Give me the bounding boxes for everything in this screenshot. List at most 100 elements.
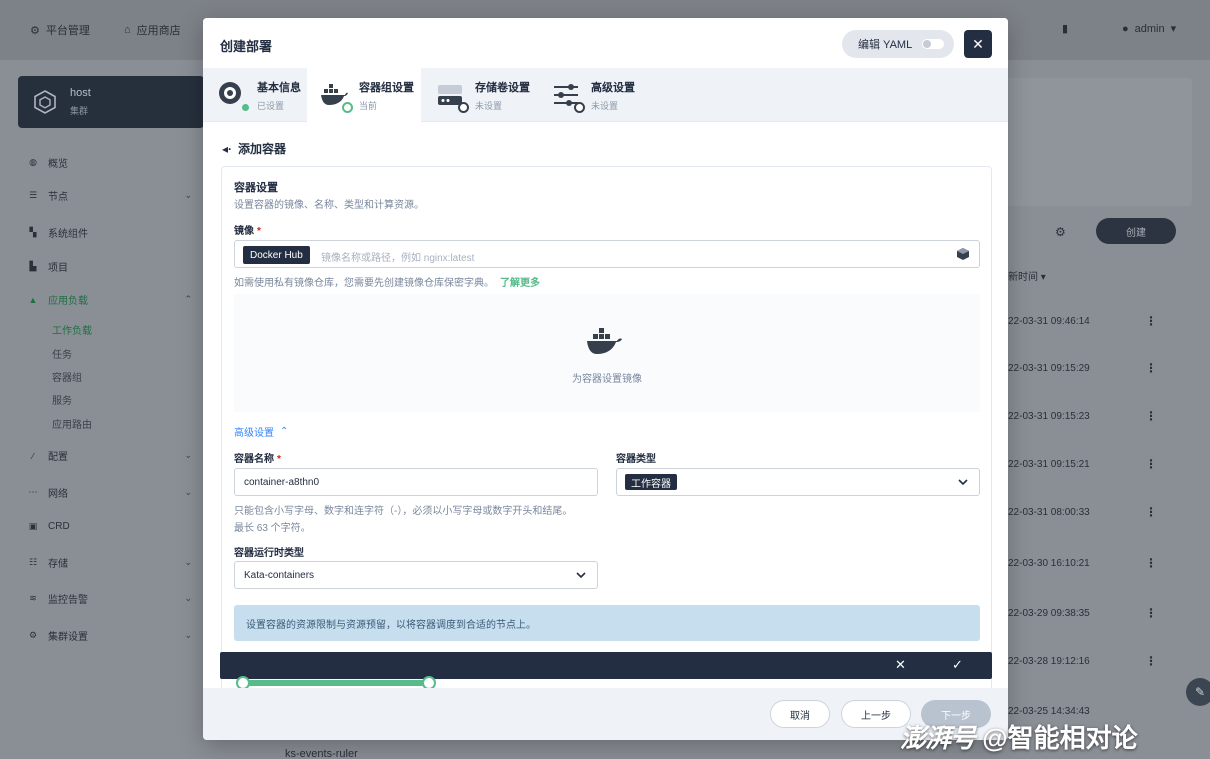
- section-description: 设置容器的镜像、名称、类型和计算资源。: [234, 200, 424, 211]
- nav-nodes[interactable]: ☰ 节点 ⌄: [28, 188, 192, 203]
- background-row-partial: ks-events-ruler: [285, 748, 358, 759]
- current-step-badge: [342, 102, 353, 113]
- registry-select[interactable]: Docker Hub: [243, 246, 310, 264]
- chevron-up-icon: ⌃: [280, 426, 289, 437]
- cluster-name: host: [70, 87, 91, 99]
- confirm-icon[interactable]: ✓: [952, 657, 963, 673]
- nav-network[interactable]: ⋯ 网络 ⌄: [28, 485, 193, 500]
- modal-title: 创建部署: [220, 39, 273, 54]
- more-icon[interactable]: ⋮: [1145, 361, 1157, 375]
- dashboard-icon: ◍: [29, 157, 37, 167]
- toggle-switch[interactable]: [922, 39, 944, 49]
- watermark-logo: 澎湃号: [900, 723, 976, 753]
- table-row: 22-03-31 08:00:33: [1008, 507, 1090, 518]
- runtime-type-select[interactable]: Kata-containers: [234, 561, 598, 589]
- tab-basic-info[interactable]: 基本信息 已设置: [203, 68, 305, 122]
- container-name-label: 容器名称 *: [234, 454, 281, 465]
- learn-more-link[interactable]: 了解更多: [500, 278, 540, 289]
- edit-yaml-toggle[interactable]: 编辑 YAML: [842, 30, 954, 58]
- chevron-down-icon: ⌄: [184, 557, 192, 567]
- cube-icon[interactable]: [956, 247, 970, 261]
- user-menu[interactable]: ● admin ▾: [1122, 22, 1176, 36]
- refresh-icon[interactable]: ⚙: [1055, 225, 1066, 239]
- chevron-up-icon: ⌃: [184, 294, 192, 304]
- table-row: 22-03-28 19:12:16: [1008, 656, 1090, 667]
- image-placeholder: 镜像名称或路径，例如 nginx:latest: [321, 253, 475, 264]
- storage-volume-icon: [435, 80, 469, 113]
- table-row: 22-03-31 09:15:29: [1008, 363, 1090, 374]
- empty-state-text: 为容器设置镜像: [572, 374, 642, 385]
- toolbox-icon[interactable]: ✎: [1186, 678, 1210, 706]
- more-icon[interactable]: ⋮: [1145, 556, 1157, 570]
- more-icon[interactable]: ⋮: [1145, 505, 1157, 519]
- cancel-icon[interactable]: ✕: [895, 657, 906, 673]
- nav-cluster-settings[interactable]: ⚙ 集群设置 ⌄: [28, 628, 192, 643]
- workload-icon: ▲: [28, 294, 38, 305]
- more-icon[interactable]: ⋮: [1145, 457, 1157, 471]
- nav-components[interactable]: ▚ 系统组件: [28, 225, 192, 240]
- table-row: 22-03-31 09:15:21: [1008, 459, 1090, 470]
- container-name-input[interactable]: container-a8thn0: [234, 468, 598, 496]
- projects-icon: ▙: [29, 261, 37, 271]
- close-icon: ✕: [972, 35, 984, 52]
- tab-pod-settings[interactable]: 容器组设置 当前: [307, 68, 421, 122]
- container-name-hint-length: 最长 63 个字符。: [234, 523, 311, 534]
- docs-icon[interactable]: ▮: [1062, 22, 1068, 35]
- nav-sub-jobs[interactable]: 任务: [52, 346, 72, 361]
- more-icon[interactable]: ⋮: [1145, 409, 1157, 423]
- watermark-account: @智能相对论: [982, 723, 1138, 753]
- platform-menu[interactable]: ⚙ 平台管理: [30, 22, 90, 38]
- appstore-menu[interactable]: ⌂ 应用商店: [124, 22, 181, 38]
- nav-sub-routes[interactable]: 应用路由: [52, 416, 92, 431]
- chevron-down-icon: ⌄: [184, 190, 192, 200]
- crd-icon: ▣: [28, 521, 38, 531]
- tab-advanced-settings[interactable]: 高级设置 未设置: [539, 68, 649, 122]
- config-icon: ∕: [32, 450, 34, 461]
- chevron-down-icon: ⌄: [184, 630, 192, 640]
- modal-footer: 取消 上一步 下一步: [203, 688, 1008, 740]
- table-row: 22-03-25 14:34:43: [1008, 706, 1090, 717]
- image-hint: 如需使用私有镜像仓库，您需要先创建镜像仓库保密字典。 了解更多: [234, 278, 540, 289]
- resource-info-banner: 设置容器的资源限制与资源预留，以将容器调度到合适的节点上。: [234, 605, 980, 641]
- back-to-containers-link[interactable]: ◂· 添加容器: [222, 140, 286, 157]
- pending-step-badge: [574, 102, 585, 113]
- create-deployment-modal: 创建部署 编辑 YAML ✕ 基本信息 已设置 容器组设置 当前 存储卷设置 未…: [203, 18, 1008, 740]
- nav-config[interactable]: ∕ 配置 ⌄: [28, 448, 192, 463]
- image-input[interactable]: Docker Hub 镜像名称或路径，例如 nginx:latest: [234, 240, 980, 268]
- nav-sub-services[interactable]: 服务: [52, 392, 72, 407]
- background-create-button[interactable]: 创建: [1096, 218, 1176, 244]
- advanced-settings-toggle[interactable]: 高级设置 ⌃: [234, 424, 288, 439]
- more-icon[interactable]: ⋮: [1145, 606, 1157, 620]
- nav-crd[interactable]: ▣ CRD: [28, 521, 192, 532]
- docker-icon: [319, 80, 353, 113]
- tab-volume-settings[interactable]: 存储卷设置 未设置: [423, 68, 537, 122]
- check-badge-icon: [240, 102, 251, 113]
- nav-app-workloads[interactable]: ▲ 应用负载 ⌃: [28, 292, 192, 307]
- table-row: 22-03-31 09:15:23: [1008, 411, 1090, 422]
- background-info-panel: [1000, 78, 1192, 206]
- network-icon: ⋯: [28, 487, 38, 497]
- background-column-header[interactable]: 新时间 ▾: [1008, 268, 1046, 283]
- cluster-switcher[interactable]: host 集群: [18, 76, 204, 128]
- container-action-bar: ✕ ✓: [220, 652, 992, 679]
- docker-icon: [587, 328, 622, 354]
- nav-storage[interactable]: ☷ 存储 ⌄: [28, 555, 192, 570]
- monitor-icon: ≋: [29, 593, 37, 603]
- nav-sub-pods[interactable]: 容器组: [52, 369, 82, 384]
- nav-projects[interactable]: ▙ 项目: [28, 259, 192, 274]
- container-type-select[interactable]: 工作容器: [616, 468, 980, 496]
- container-type-value: 工作容器: [625, 474, 677, 490]
- cluster-subtitle: 集群: [70, 106, 89, 116]
- modal-header: 创建部署 编辑 YAML ✕: [203, 18, 1008, 68]
- components-icon: ▚: [29, 227, 37, 237]
- cancel-button[interactable]: 取消: [770, 700, 830, 728]
- nav-overview[interactable]: ◍ 概览: [28, 155, 192, 170]
- table-row: 22-03-31 09:46:14: [1008, 316, 1090, 327]
- chevron-down-icon: [958, 479, 968, 486]
- close-button[interactable]: ✕: [964, 30, 992, 58]
- more-icon[interactable]: ⋮: [1145, 654, 1157, 668]
- nav-sub-workloads[interactable]: 工作负载: [52, 322, 92, 337]
- nav-monitoring[interactable]: ≋ 监控告警 ⌄: [28, 591, 192, 606]
- more-icon[interactable]: ⋮: [1145, 314, 1157, 328]
- section-title: 容器设置: [234, 182, 278, 194]
